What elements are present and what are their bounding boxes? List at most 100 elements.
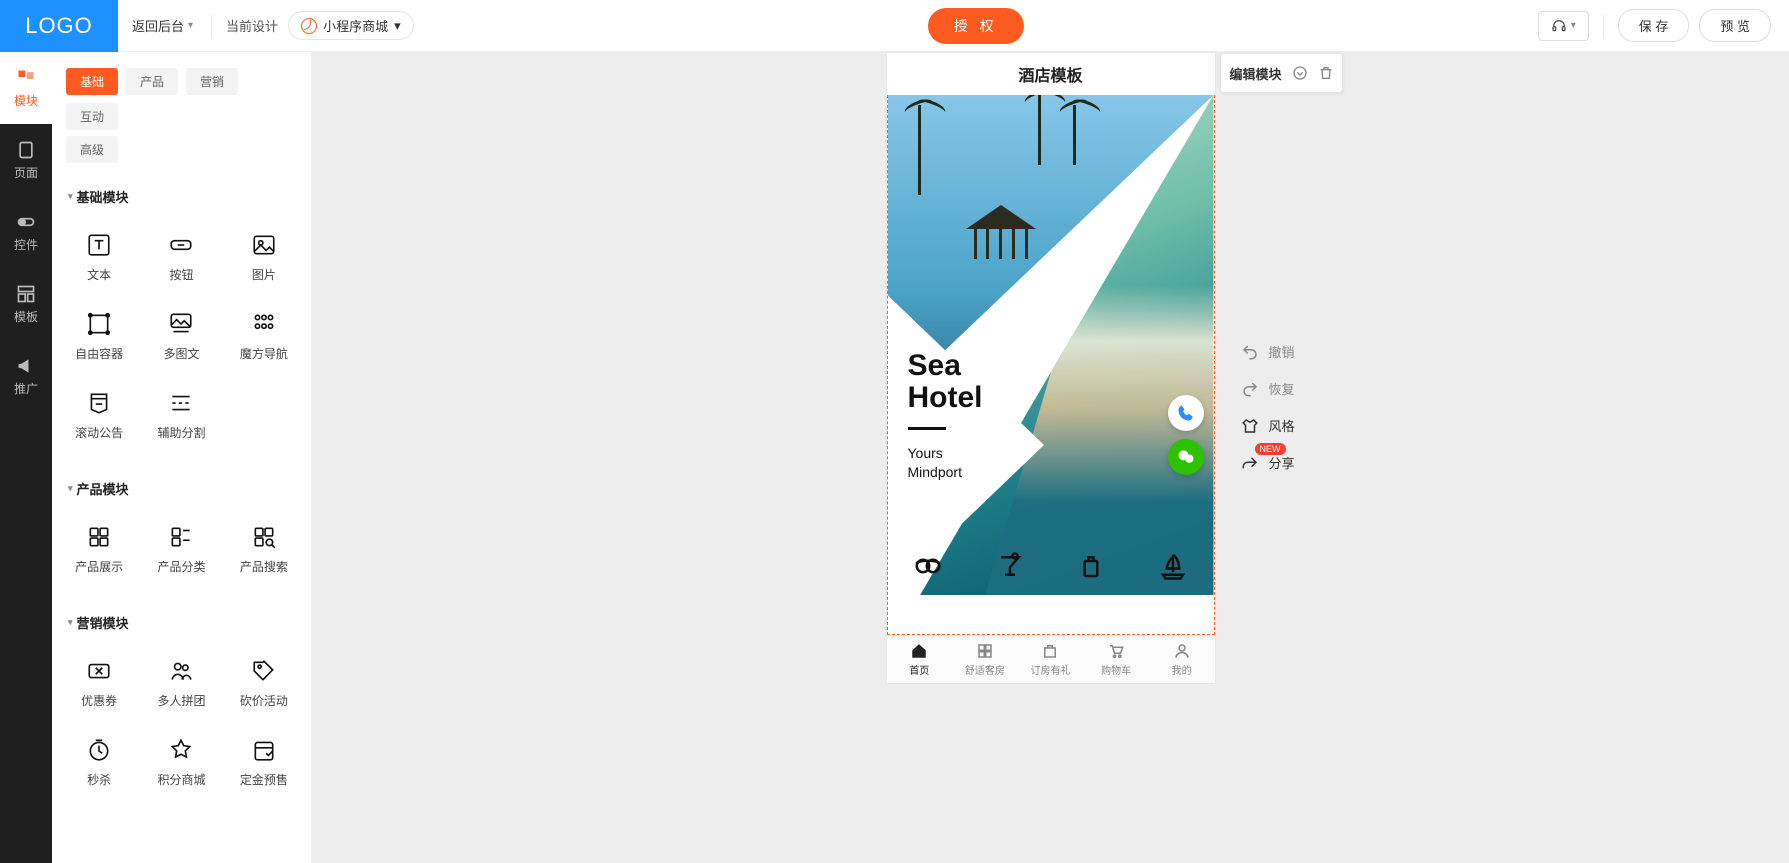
comp-label: 按钮 — [169, 266, 193, 283]
section-title: 基础模块 — [77, 187, 129, 206]
phone-tabbar: 首页 舒适客房 订房有礼 购物车 我的 — [887, 635, 1215, 683]
section-basic[interactable]: ▾ 基础模块 — [52, 169, 311, 212]
delete-icon[interactable] — [1318, 65, 1334, 81]
comp-group-buy[interactable]: 多人拼团 — [140, 644, 222, 723]
left-rail: 模块 页面 控件 模板 推广 — [0, 52, 52, 863]
edit-module-button[interactable]: 编辑模块 — [1229, 64, 1281, 83]
section-title: 产品模块 — [77, 479, 129, 498]
divider — [211, 14, 212, 38]
tab-marketing[interactable]: 营销 — [186, 68, 238, 95]
undo-button[interactable]: 撤销 — [1241, 342, 1295, 361]
comp-product-display[interactable]: 产品展示 — [58, 510, 140, 589]
tab-cart[interactable]: 购物车 — [1083, 636, 1149, 683]
rail-label: 模块 — [14, 92, 38, 109]
hero-icon-row — [888, 545, 1214, 595]
comp-label: 图片 — [252, 266, 276, 283]
wechat-button[interactable] — [1168, 439, 1204, 475]
comp-points-mall[interactable]: 积分商城 — [140, 723, 222, 802]
tab-home[interactable]: 首页 — [887, 636, 953, 683]
move-down-icon[interactable] — [1292, 65, 1308, 81]
comp-coupon[interactable]: 优惠券 — [58, 644, 140, 723]
rail-modules[interactable]: 模块 — [0, 52, 52, 124]
divider — [1603, 14, 1604, 38]
section-title: 营销模块 — [77, 613, 129, 632]
chevron-down-icon: ▾ — [1571, 20, 1576, 31]
comp-image[interactable]: 图片 — [223, 218, 305, 297]
page-title: 酒店模板 — [1018, 62, 1082, 86]
comp-label: 产品分类 — [157, 558, 205, 575]
megaphone-icon — [16, 356, 36, 376]
comp-text[interactable]: 文本 — [58, 218, 140, 297]
save-button[interactable]: 保 存 — [1618, 9, 1690, 42]
comp-label: 优惠券 — [81, 692, 117, 709]
hero-text: SeaHotel YoursMindport — [908, 350, 983, 482]
share-button[interactable]: NEW 分享 — [1241, 453, 1295, 472]
style-button[interactable]: 风格 — [1241, 416, 1295, 435]
comp-free-container[interactable]: 自由容器 — [58, 297, 140, 376]
new-badge: NEW — [1255, 443, 1286, 455]
sailboat-icon — [1158, 551, 1188, 581]
comp-presale[interactable]: 定金预售 — [223, 723, 305, 802]
comp-label: 辅助分割 — [157, 424, 205, 441]
toggle-icon — [16, 212, 36, 232]
rail-controls[interactable]: 控件 — [0, 196, 52, 268]
comp-label: 产品展示 — [75, 558, 123, 575]
comp-product-category[interactable]: 产品分类 — [140, 510, 222, 589]
comp-label: 自由容器 — [75, 345, 123, 362]
design-selector[interactable]: 小程序商城 ▾ — [288, 11, 414, 40]
tab-booking[interactable]: 订房有礼 — [1018, 636, 1084, 683]
comp-scroll-notice[interactable]: 滚动公告 — [58, 376, 140, 455]
tab-interact[interactable]: 互动 — [66, 103, 118, 130]
comp-cube-nav[interactable]: 魔方导航 — [223, 297, 305, 376]
top-right-controls: ▾ 保 存 预 览 — [1538, 9, 1789, 42]
rail-promo[interactable]: 推广 — [0, 340, 52, 412]
section-product[interactable]: ▾ 产品模块 — [52, 461, 311, 504]
goggles-icon — [913, 551, 943, 581]
share-icon — [1241, 454, 1259, 472]
rail-label: 页面 — [14, 164, 38, 181]
comp-label: 定金预售 — [240, 771, 288, 788]
tab-product[interactable]: 产品 — [126, 68, 178, 95]
redo-button[interactable]: 恢复 — [1241, 379, 1295, 398]
comp-label: 文本 — [87, 266, 111, 283]
hut-graphic — [966, 205, 1036, 259]
comp-label: 砍价活动 — [240, 692, 288, 709]
component-panel: 基础 产品 营销 互动 高级 ▾ 基础模块 文本 按钮 图片 自由容器 多图文 … — [52, 52, 312, 863]
chevron-down-icon: ▾ — [394, 18, 401, 34]
comp-button[interactable]: 按钮 — [140, 218, 222, 297]
tab-rooms[interactable]: 舒适客房 — [952, 636, 1018, 683]
rail-templates[interactable]: 模板 — [0, 268, 52, 340]
tab-basic[interactable]: 基础 — [66, 68, 118, 95]
authorize-button[interactable]: 授 权 — [928, 8, 1024, 44]
back-to-admin[interactable]: 返回后台 ▾ — [118, 16, 207, 35]
comp-flash-sale[interactable]: 秒杀 — [58, 723, 140, 802]
support-button[interactable]: ▾ — [1538, 11, 1589, 41]
current-design-label: 当前设计 — [216, 16, 288, 35]
section-marketing[interactable]: ▾ 营销模块 — [52, 595, 311, 638]
canvas-tools: 撤销 恢复 风格 NEW 分享 — [1241, 342, 1295, 472]
rail-pages[interactable]: 页面 — [0, 124, 52, 196]
comp-multi-image-text[interactable]: 多图文 — [140, 297, 222, 376]
comp-divider[interactable]: 辅助分割 — [140, 376, 222, 455]
preview-button[interactable]: 预 览 — [1699, 9, 1771, 42]
comp-label: 多图文 — [163, 345, 199, 362]
comp-label: 滚动公告 — [75, 424, 123, 441]
miniapp-icon — [301, 18, 317, 34]
phone-call-button[interactable] — [1168, 395, 1204, 431]
page-icon — [16, 140, 36, 160]
comp-product-search[interactable]: 产品搜索 — [223, 510, 305, 589]
comp-label: 多人拼团 — [157, 692, 205, 709]
comp-label: 产品搜索 — [240, 558, 288, 575]
module-toolbar: 编辑模块 — [1220, 53, 1342, 93]
phone-preview: 酒店模板 编辑模块 ✎ ✕ — [886, 52, 1216, 684]
tab-mine[interactable]: 我的 — [1149, 636, 1215, 683]
tab-advanced[interactable]: 高级 — [66, 136, 118, 163]
design-name: 小程序商城 — [323, 16, 388, 35]
chevron-down-icon: ▾ — [188, 20, 193, 31]
comp-bargain[interactable]: 砍价活动 — [223, 644, 305, 723]
design-canvas[interactable]: 酒店模板 编辑模块 ✎ ✕ — [312, 52, 1789, 863]
chevron-down-icon: ▾ — [68, 617, 73, 628]
cocktail-icon — [995, 551, 1025, 581]
selected-module[interactable]: ✎ ✕ SeaHotel — [887, 95, 1215, 635]
back-label: 返回后台 — [132, 16, 184, 35]
